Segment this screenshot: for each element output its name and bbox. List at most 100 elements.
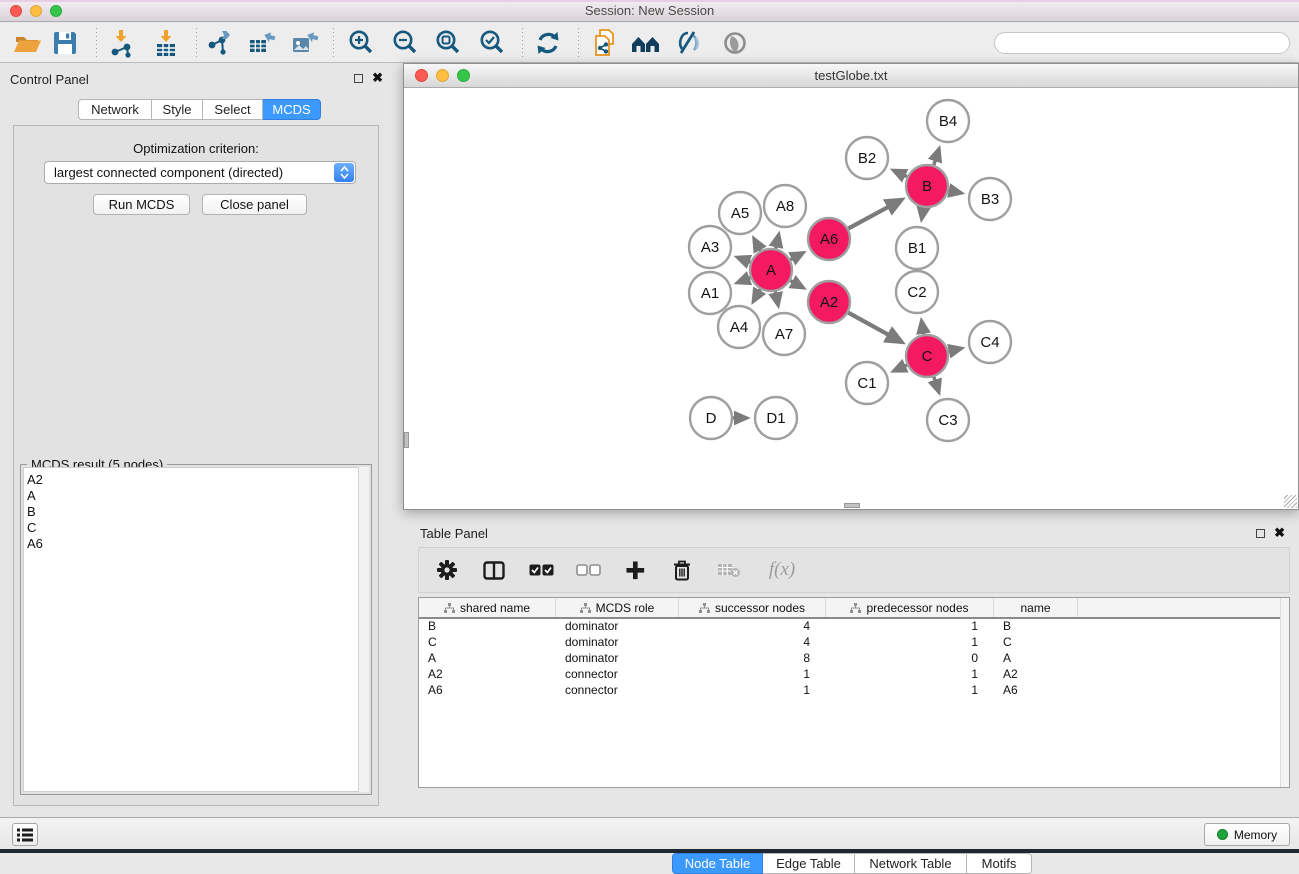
graph-edge-A6-B[interactable] [848,200,900,228]
table-cell: connector [556,667,679,683]
export-table-button[interactable] [244,26,278,60]
tab-edge-table[interactable]: Edge Table [763,853,855,874]
tab-network-table[interactable]: Network Table [855,853,967,874]
graph-node-label: A6 [820,231,838,248]
graph-edge-A-A8[interactable] [776,235,779,248]
graph-edge-B-B1[interactable] [922,208,924,219]
export-image-button[interactable] [287,26,321,60]
graph-edge-A-A4[interactable] [754,289,761,301]
table-cell: 4 [679,619,826,635]
deselect-all-columns-button[interactable] [575,564,601,576]
result-list-scrollbar[interactable] [358,467,369,792]
optimization-criterion-select[interactable]: largest connected component (directed) [44,161,356,184]
graph-node-label: A2 [820,294,838,311]
table-row[interactable]: Bdominator41B [419,619,1289,635]
toolbar-separator [96,28,97,58]
attribute-tree-icon [444,603,455,613]
column-header-shared-name[interactable]: shared name [419,598,556,617]
import-network-button[interactable] [104,26,138,60]
memory-button[interactable]: Memory [1204,823,1290,846]
delete-column-button[interactable] [669,560,695,581]
table-row[interactable]: Adominator80A [419,651,1289,667]
graph-edge-C-C1[interactable] [894,365,907,371]
zoom-fit-button[interactable] [431,26,465,60]
open-session-button[interactable] [10,26,44,60]
graph-edge-A-A3[interactable] [738,258,750,263]
graph-edge-C-C4[interactable] [948,349,960,352]
mcds-result-item[interactable]: C [27,520,368,536]
network-window: testGlobe.txt B4B2BB3A8A5A6A3B1AC2A1A2A4… [403,63,1299,510]
run-mcds-button[interactable]: Run MCDS [93,194,190,215]
float-panel-icon[interactable] [1256,529,1265,538]
close-panel-button[interactable]: Close panel [202,194,307,215]
ndex-button[interactable] [629,26,663,60]
tab-network[interactable]: Network [78,99,152,120]
graphics-details-toggle-button[interactable] [672,26,706,60]
window-resize-grip[interactable] [1284,495,1297,508]
graph-edge-A2-C[interactable] [848,313,900,342]
table-row[interactable]: Cdominator41C [419,635,1289,651]
network-window-title: testGlobe.txt [404,68,1298,83]
graph-edge-A-A5[interactable] [754,239,760,250]
function-builder-button[interactable]: f(x) [763,559,801,581]
graph-edge-A-A2[interactable] [790,281,802,288]
graph-edge-C-C2[interactable] [922,322,924,335]
graphics-details-icon [674,29,704,57]
tab-mcds[interactable]: MCDS [263,99,321,120]
graph-edge-B-B2[interactable] [894,171,907,177]
mcds-result-list[interactable]: A2ABCA6 [23,467,369,792]
tab-style[interactable]: Style [152,99,203,120]
canvas-splitter-handle[interactable] [844,503,860,508]
refresh-icon [534,29,562,57]
table-cell: C [419,635,556,651]
delete-table-button[interactable] [716,562,742,578]
network-window-titlebar[interactable]: testGlobe.txt [404,64,1298,88]
search-input[interactable] [994,32,1290,54]
canvas-splitter-handle[interactable] [404,432,409,448]
show-column-panel-button[interactable] [481,561,507,580]
mcds-result-item[interactable]: A2 [27,472,368,488]
column-header-predecessor-nodes[interactable]: predecessor nodes [826,598,994,617]
fx-icon: f(x) [769,559,795,581]
graph-node-label: B [922,178,932,195]
network-canvas[interactable]: B4B2BB3A8A5A6A3B1AC2A1A2A4A7C4CC1C3DD1 [404,89,1298,509]
table-scrollbar[interactable] [1280,598,1289,787]
graph-edge-B-B4[interactable] [934,150,939,166]
column-header-successor-nodes[interactable]: successor nodes [679,598,826,617]
mcds-result-item[interactable]: A6 [27,536,368,552]
graph-edge-A-A6[interactable] [790,253,802,259]
mcds-result-group: MCDS result (5 nodes) A2ABCA6 [20,464,372,795]
graph-edge-A-A7[interactable] [775,292,778,305]
apply-layout-button[interactable] [531,26,565,60]
tab-node-table[interactable]: Node Table [672,853,763,874]
birds-eye-toggle-button[interactable] [718,26,752,60]
task-list-icon [17,828,33,842]
zoom-out-button[interactable] [388,26,422,60]
table-cell: A2 [994,667,1078,683]
zoom-in-button[interactable] [344,26,378,60]
zoom-selected-button[interactable] [475,26,509,60]
new-network-from-selection-button[interactable] [588,26,622,60]
tab-motifs[interactable]: Motifs [967,853,1032,874]
close-panel-icon[interactable]: ✖ [372,73,383,83]
graph-edge-A-A1[interactable] [738,278,750,283]
column-header-name[interactable]: name [994,598,1078,617]
save-session-button[interactable] [48,26,82,60]
mcds-result-item[interactable]: B [27,504,368,520]
export-network-button[interactable] [202,26,236,60]
table-row[interactable]: A6connector11A6 [419,683,1289,699]
import-table-button[interactable] [149,26,183,60]
column-header-MCDS-role[interactable]: MCDS role [556,598,679,617]
table-panel-title: Table Panel [420,526,488,541]
create-column-button[interactable] [622,561,648,580]
graph-edge-C-C3[interactable] [934,377,939,392]
table-settings-button[interactable] [434,559,460,581]
mcds-result-item[interactable]: A [27,488,368,504]
tab-select[interactable]: Select [203,99,263,120]
float-panel-icon[interactable] [354,74,363,83]
graph-edge-B-B3[interactable] [949,190,961,192]
table-row[interactable]: A2connector11A2 [419,667,1289,683]
close-panel-icon[interactable]: ✖ [1274,528,1285,538]
select-all-columns-button[interactable] [528,564,554,576]
show-task-history-button[interactable] [12,823,38,846]
